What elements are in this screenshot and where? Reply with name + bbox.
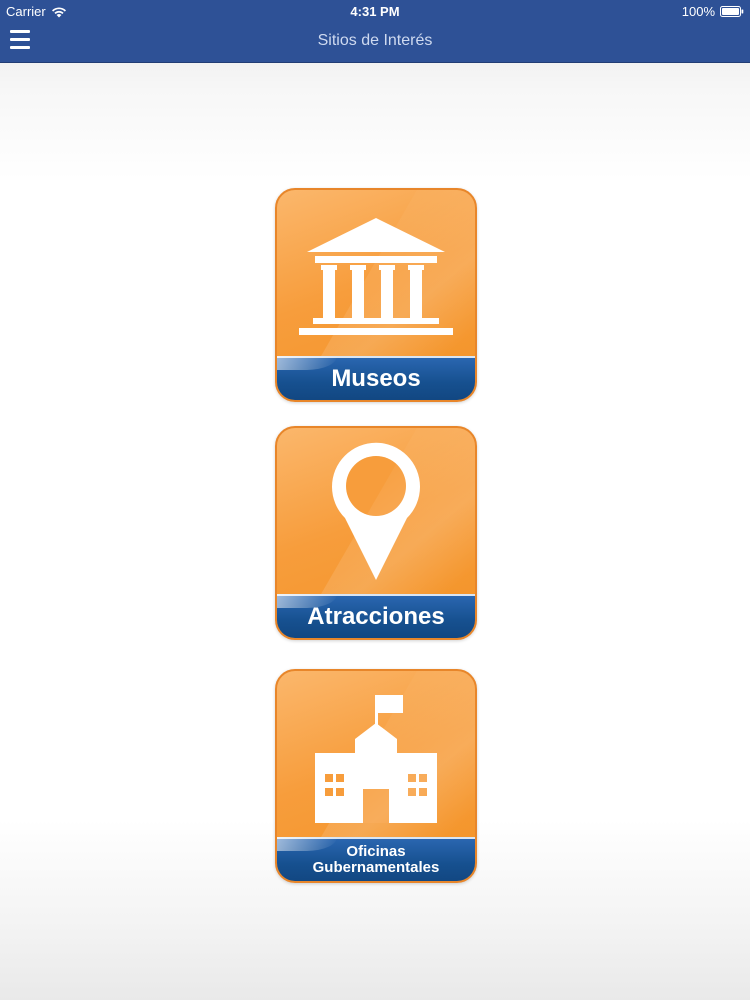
oficinas-gubernamentales-button[interactable]: Oficinas Gubernamentales [275,669,477,883]
top-bar: Carrier 4:31 PM 100% Sitios de Interés [0,0,750,63]
atracciones-label-bar: Atracciones [277,594,475,638]
tile-label: Museos [331,365,421,393]
battery-indicator: 100% [682,4,744,19]
status-bar: Carrier 4:31 PM 100% [0,0,750,22]
status-time: 4:31 PM [350,4,400,19]
tile-label-line1: Oficinas [346,843,406,861]
navigation-bar: Sitios de Interés [0,22,750,62]
tile-label-line2: Gubernamentales [312,859,440,876]
battery-icon [720,6,744,17]
battery-percentage: 100% [681,4,715,19]
museos-label-bar: Museos [277,356,475,400]
oficinas-label-bar: Oficinas Gubernamentales [277,837,475,881]
museos-button[interactable]: Museos [275,188,477,402]
government-building-icon [315,695,437,823]
page-title: Sitios de Interés [317,32,433,49]
atracciones-button[interactable]: Atracciones [275,426,477,640]
tile-label: Atracciones [307,603,445,631]
tile-label: Oficinas Gubernamentales [277,839,475,881]
map-pin-icon [332,442,420,580]
museum-icon [299,218,453,335]
